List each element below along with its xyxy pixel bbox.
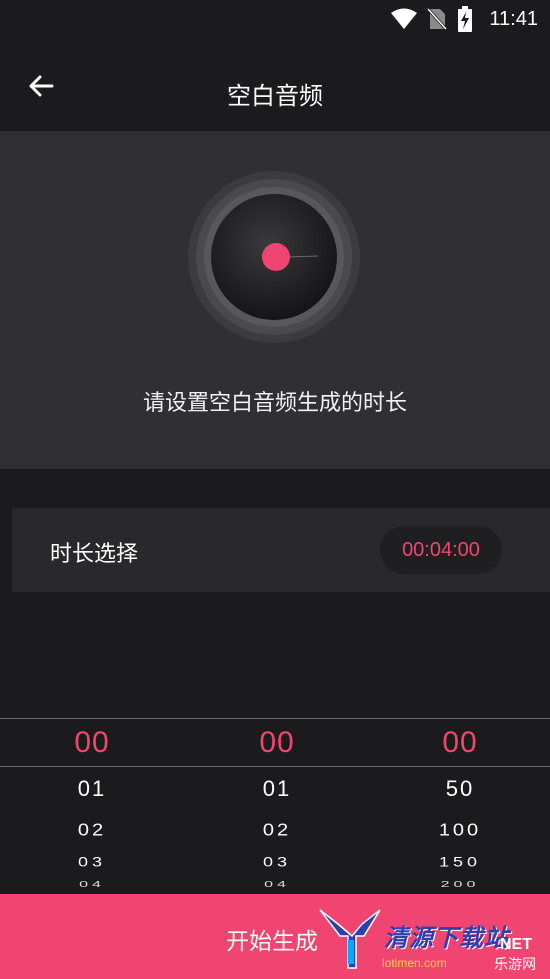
picker-option[interactable]: 03 [0, 855, 184, 871]
watermark-overlay: 清源下载站 NET 乐游网 lotimen.com [316, 894, 550, 979]
watermark-url: lotimen.com [382, 956, 447, 970]
picker-option[interactable]: 04 [185, 881, 369, 890]
hero-panel: 请设置空白音频生成的时长 [0, 131, 550, 469]
picker-option[interactable]: 01 [185, 776, 369, 802]
picker-option[interactable]: 02 [185, 820, 369, 841]
picker-option[interactable]: 50 [368, 776, 550, 802]
picker-option[interactable]: 04 [0, 881, 184, 890]
battery-charging-icon [458, 6, 473, 32]
picker-selected-value[interactable]: 00 [0, 726, 184, 760]
picker-selected-value[interactable]: 00 [185, 726, 369, 760]
picker-top-divider [0, 718, 550, 719]
hero-prompt: 请设置空白音频生成的时长 [142, 391, 407, 416]
picker-bottom-divider [0, 766, 550, 767]
picker-option[interactable]: 100 [368, 820, 550, 841]
start-generate-label: 开始生成 [226, 929, 318, 955]
page-title: 空白音频 [227, 82, 323, 110]
picker-option[interactable]: 200 [368, 881, 550, 890]
duration-label: 时长选择 [50, 542, 139, 567]
picker-option[interactable]: 02 [0, 820, 184, 841]
watermark-text: 清源下载站 [384, 924, 509, 952]
duration-value[interactable]: 00:04:00 [380, 526, 502, 574]
no-sim-icon [427, 7, 448, 31]
watermark-sub: 乐游网 [494, 957, 536, 973]
time-picker[interactable]: 00 01 02 03 04 00 01 02 03 04 00 50 100 … [0, 718, 550, 894]
toolbar: 空白音频 [0, 38, 550, 130]
duration-card[interactable]: 时长选择 00:04:00 [12, 508, 550, 592]
picker-option[interactable]: 03 [185, 855, 369, 871]
wifi-icon [391, 8, 418, 29]
status-icons: 11:41 [391, 6, 538, 32]
start-generate-button[interactable]: 开始生成 清源下载站 NET 乐游网 lotimen.com [0, 894, 550, 979]
picker-option[interactable]: 01 [0, 776, 184, 802]
status-time: 11:41 [489, 7, 538, 30]
status-bar: 11:41 [0, 0, 550, 38]
watermark-logo-icon [319, 909, 381, 969]
record-disc-icon [188, 171, 360, 343]
picker-option[interactable]: 150 [368, 855, 550, 871]
picker-selected-value[interactable]: 00 [368, 726, 550, 760]
watermark-net: NET [500, 936, 532, 953]
